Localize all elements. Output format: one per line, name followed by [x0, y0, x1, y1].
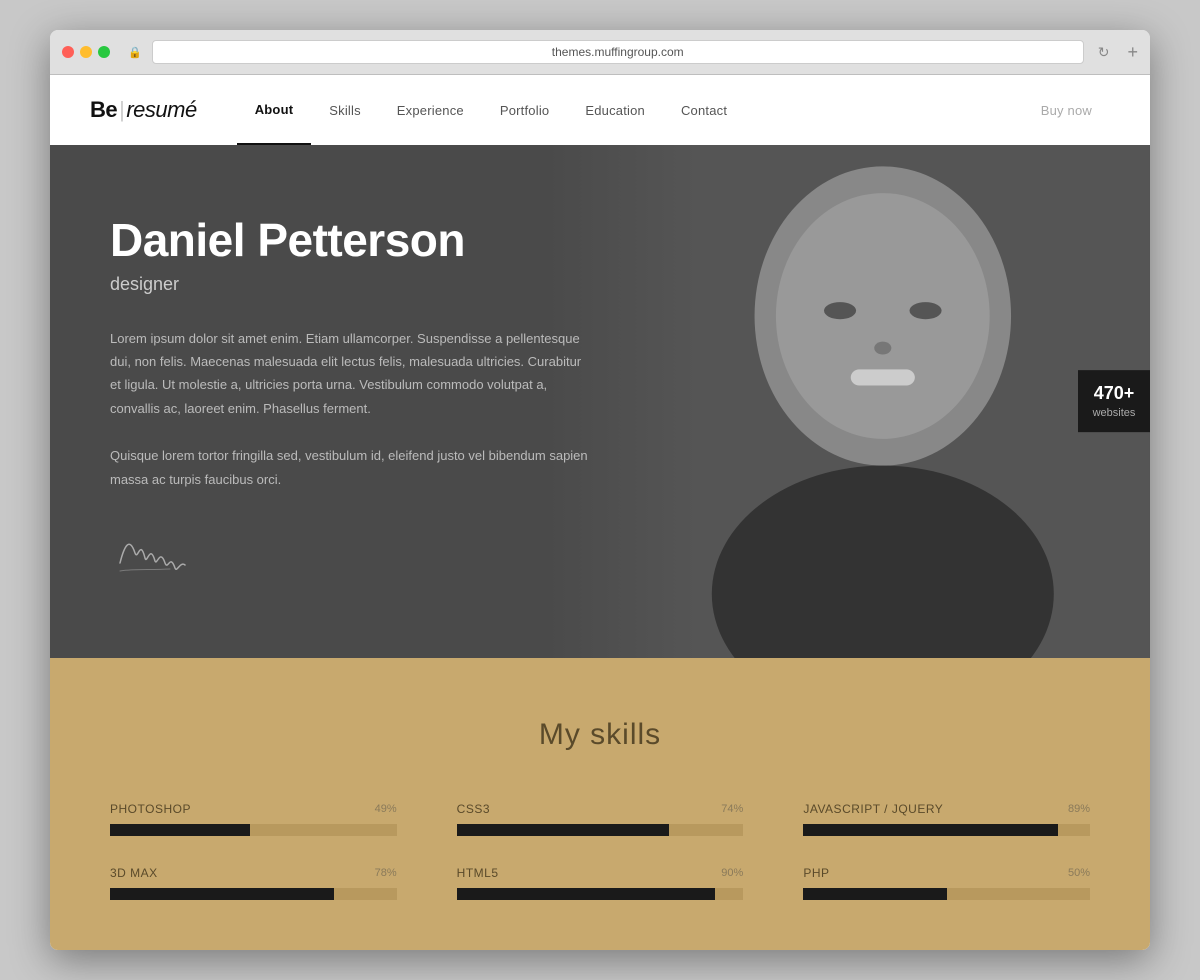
address-bar[interactable]: themes.muffingroup.com	[152, 40, 1084, 64]
skill-percent: 49%	[375, 803, 397, 815]
hero-signature	[110, 523, 595, 588]
nav-item-about[interactable]: About	[237, 75, 312, 145]
hero-content: Daniel Petterson designer Lorem ipsum do…	[50, 145, 655, 658]
close-button[interactable]	[62, 46, 74, 58]
skill-bar-background	[110, 888, 397, 900]
nav-item-buynow[interactable]: Buy now	[1023, 75, 1110, 145]
hero-section: Daniel Petterson designer Lorem ipsum do…	[50, 145, 1150, 658]
nav-item-portfolio[interactable]: Portfolio	[482, 75, 568, 145]
logo-text: resumé	[126, 97, 196, 123]
skill-name: 3D Max	[110, 866, 158, 880]
skill-name: Photoshop	[110, 802, 191, 816]
site-nav: About Skills Experience Portfolio Educat…	[237, 75, 1110, 145]
skill-bar-fill	[803, 824, 1058, 836]
skills-title: My skills	[110, 718, 1090, 752]
skill-bar-background	[803, 824, 1090, 836]
skill-bar-background	[457, 824, 744, 836]
skills-grid: Photoshop 49% CSS3 74% Javascript / jQue…	[110, 802, 1090, 900]
skill-bar-fill	[457, 888, 715, 900]
skill-item: CSS3 74%	[457, 802, 744, 836]
browser-content: Be|resumé About Skills Experience Portfo…	[50, 75, 1150, 950]
nav-item-experience[interactable]: Experience	[379, 75, 482, 145]
skill-header: HTML5 90%	[457, 866, 744, 880]
skill-percent: 89%	[1068, 803, 1090, 815]
skill-header: 3D Max 78%	[110, 866, 397, 880]
skill-bar-background	[803, 888, 1090, 900]
lock-icon: 🔒	[128, 46, 142, 59]
skill-bar-fill	[110, 824, 250, 836]
skill-bar-background	[457, 888, 744, 900]
hero-name: Daniel Petterson	[110, 215, 595, 266]
nav-item-contact[interactable]: Contact	[663, 75, 745, 145]
logo-separator: |	[119, 97, 124, 123]
site-logo[interactable]: Be|resumé	[90, 97, 197, 123]
skill-name: HTML5	[457, 866, 499, 880]
skill-name: CSS3	[457, 802, 490, 816]
skill-item: HTML5 90%	[457, 866, 744, 900]
skills-section: My skills Photoshop 49% CSS3 74% Javascr…	[50, 658, 1150, 950]
website: Be|resumé About Skills Experience Portfo…	[50, 75, 1150, 950]
logo-bold: Be	[90, 97, 117, 123]
badge-number: 470+	[1092, 383, 1136, 406]
hero-bio-1: Lorem ipsum dolor sit amet enim. Etiam u…	[110, 327, 595, 421]
site-header: Be|resumé About Skills Experience Portfo…	[50, 75, 1150, 145]
minimize-button[interactable]	[80, 46, 92, 58]
skill-item: Javascript / jQuery 89%	[803, 802, 1090, 836]
skill-item: PHP 50%	[803, 866, 1090, 900]
skill-item: Photoshop 49%	[110, 802, 397, 836]
skill-name: Javascript / jQuery	[803, 802, 943, 816]
browser-window: 🔒 themes.muffingroup.com ↻ + Be|resumé A…	[50, 30, 1150, 950]
skill-percent: 78%	[375, 867, 397, 879]
skill-percent: 50%	[1068, 867, 1090, 879]
browser-chrome: 🔒 themes.muffingroup.com ↻ +	[50, 30, 1150, 75]
badge-label: websites	[1092, 406, 1136, 420]
skill-bar-fill	[803, 888, 946, 900]
skill-bar-background	[110, 824, 397, 836]
refresh-icon[interactable]: ↻	[1098, 44, 1110, 61]
skill-bar-fill	[457, 824, 669, 836]
traffic-lights	[62, 46, 110, 58]
skill-name: PHP	[803, 866, 829, 880]
nav-item-skills[interactable]: Skills	[311, 75, 379, 145]
skill-percent: 90%	[721, 867, 743, 879]
skill-bar-fill	[110, 888, 334, 900]
skill-percent: 74%	[721, 803, 743, 815]
hero-title: designer	[110, 274, 595, 295]
skill-header: CSS3 74%	[457, 802, 744, 816]
skill-item: 3D Max 78%	[110, 866, 397, 900]
skill-header: PHP 50%	[803, 866, 1090, 880]
new-tab-button[interactable]: +	[1127, 42, 1138, 63]
badge-counter: 470+ websites	[1078, 371, 1150, 433]
maximize-button[interactable]	[98, 46, 110, 58]
skill-header: Javascript / jQuery 89%	[803, 802, 1090, 816]
skill-header: Photoshop 49%	[110, 802, 397, 816]
hero-bio-2: Quisque lorem tortor fringilla sed, vest…	[110, 444, 595, 491]
nav-item-education[interactable]: Education	[567, 75, 663, 145]
